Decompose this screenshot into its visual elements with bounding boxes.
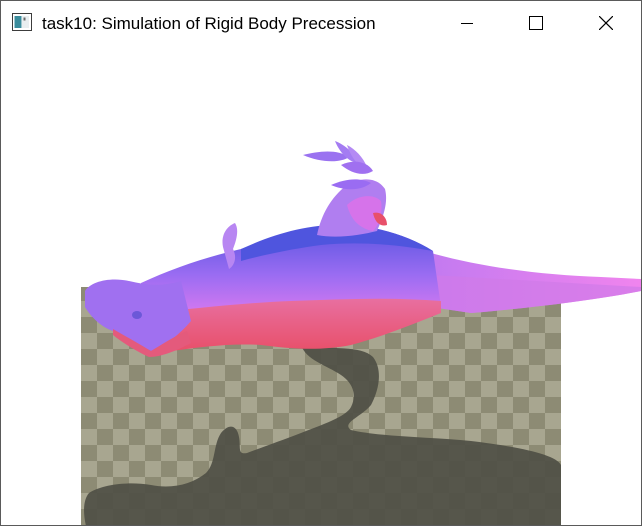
title-bar[interactable]: task10: Simulation of Rigid Body Precess…	[1, 1, 641, 45]
window-app-icon	[12, 13, 32, 31]
render-viewport[interactable]	[1, 45, 641, 525]
maximize-button[interactable]	[513, 1, 559, 45]
maximize-icon	[529, 16, 543, 30]
scene-canvas	[81, 141, 641, 525]
minimize-icon	[461, 17, 473, 29]
close-button[interactable]	[583, 1, 629, 45]
close-icon	[599, 16, 613, 30]
window-title: task10: Simulation of Rigid Body Precess…	[42, 14, 376, 33]
minimize-button[interactable]	[444, 1, 490, 45]
model-toe-5	[341, 161, 373, 174]
app-window: task10: Simulation of Rigid Body Precess…	[0, 0, 642, 526]
model-eye	[132, 311, 142, 319]
